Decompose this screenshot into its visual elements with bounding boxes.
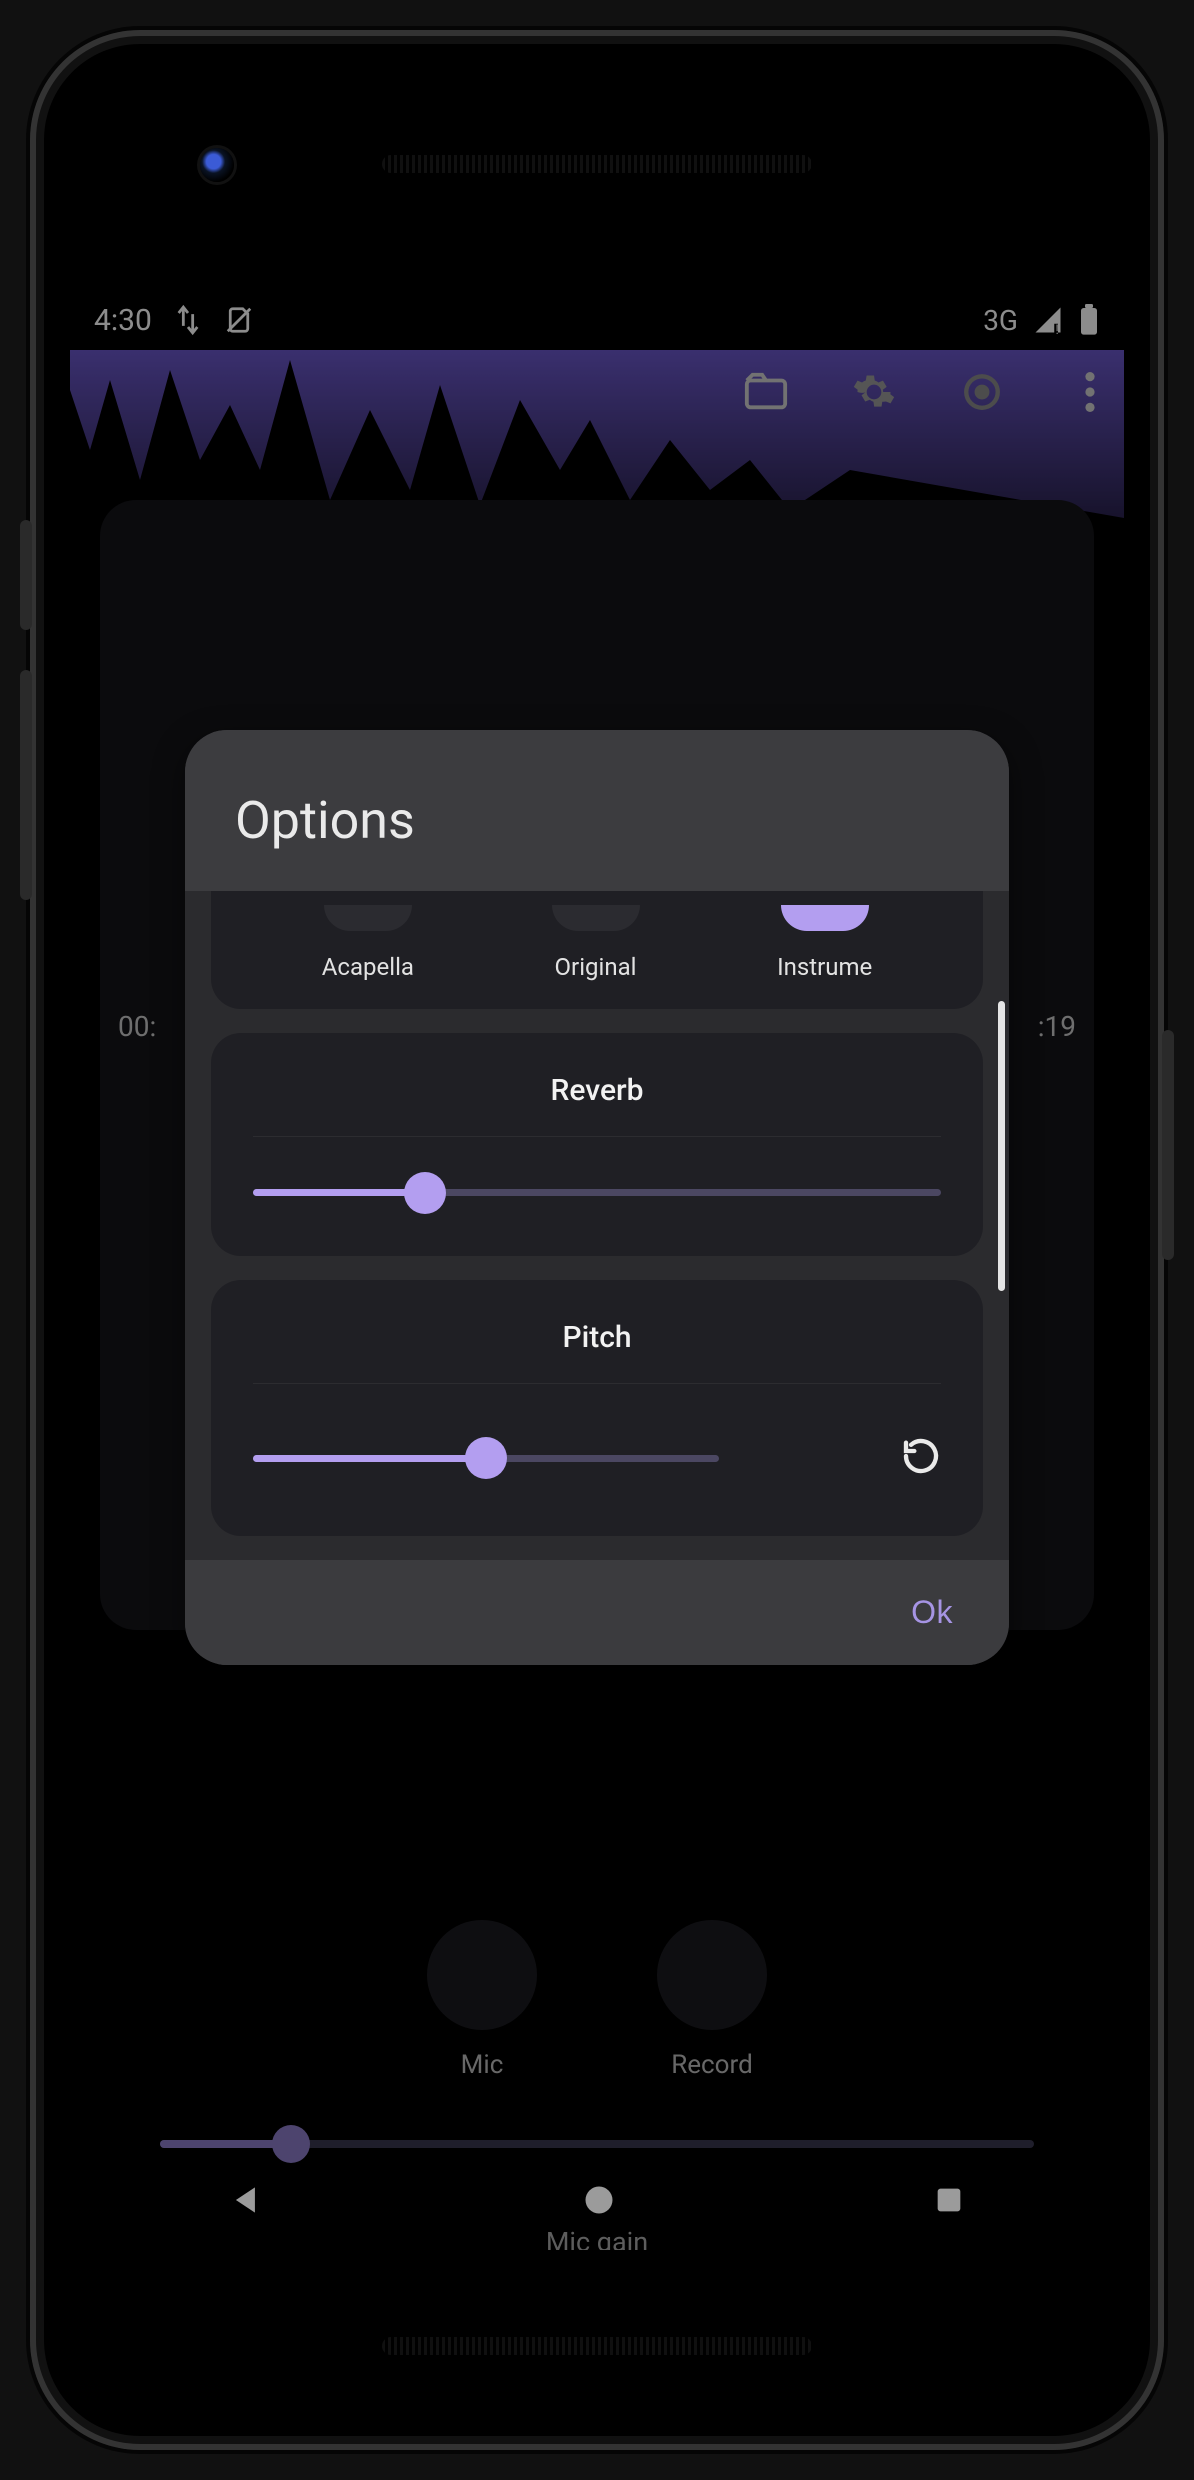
mode-acapella[interactable]: Acapella <box>322 905 414 981</box>
reverb-panel: Reverb <box>211 1033 983 1256</box>
front-camera <box>200 148 234 182</box>
modes-panel: Acapella Original Instrume <box>211 891 983 1009</box>
phone-frame: 4:30 3G ! <box>30 30 1164 2450</box>
nav-back-icon[interactable] <box>228 2181 266 2219</box>
reverb-slider[interactable] <box>253 1189 941 1196</box>
reverb-label: Reverb <box>253 1073 941 1137</box>
screen: 4:30 3G ! <box>70 290 1124 2250</box>
dialog-title: Options <box>235 790 959 851</box>
nav-recent-icon[interactable] <box>932 2183 966 2217</box>
nav-bar <box>70 2150 1124 2250</box>
pitch-panel: Pitch <box>211 1280 983 1536</box>
scroll-indicator[interactable] <box>998 1001 1005 1291</box>
nav-home-icon[interactable] <box>581 2182 617 2218</box>
volume-down-button <box>20 670 32 900</box>
mode-label: Original <box>555 953 637 981</box>
power-button <box>1162 1030 1174 1260</box>
mode-label: Acapella <box>322 953 414 981</box>
bottom-speaker <box>382 2337 812 2355</box>
mode-instrumental[interactable]: Instrume <box>777 905 872 981</box>
ok-button[interactable]: Ok <box>911 1594 953 1631</box>
pitch-label: Pitch <box>253 1320 941 1384</box>
pitch-slider[interactable] <box>253 1455 851 1462</box>
options-dialog: Options Acapella Original <box>185 730 1009 1665</box>
earpiece-speaker <box>382 155 812 173</box>
mode-label: Instrume <box>777 953 872 981</box>
reset-icon[interactable] <box>901 1436 941 1480</box>
mode-original[interactable]: Original <box>552 905 640 981</box>
volume-up-button <box>20 520 32 630</box>
